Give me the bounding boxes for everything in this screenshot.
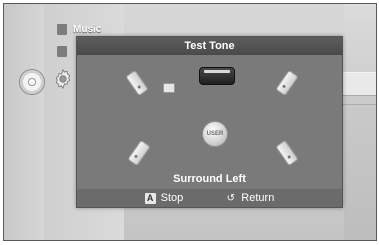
stop-label: Stop bbox=[160, 192, 184, 204]
menu-item-label: Music bbox=[73, 24, 102, 35]
dialog-title: Test Tone bbox=[77, 37, 342, 55]
listener-position: USER bbox=[202, 121, 228, 147]
return-label: Return bbox=[241, 192, 275, 204]
tv-screen: Music Test Tone USER Surround Left A Sto… bbox=[3, 3, 377, 241]
test-tone-dialog: Test Tone USER Surround Left A Stop ↺ Re… bbox=[76, 36, 343, 208]
a-key-icon: A bbox=[144, 192, 156, 204]
front-right-speaker bbox=[275, 69, 299, 97]
surround-left-speaker bbox=[127, 139, 151, 167]
menu-item-photo[interactable] bbox=[57, 46, 67, 57]
return-icon: ↺ bbox=[226, 192, 235, 204]
menu-item-music[interactable]: Music bbox=[57, 24, 101, 35]
disc-icon bbox=[20, 70, 44, 94]
front-left-speaker bbox=[125, 69, 149, 97]
photo-icon bbox=[57, 46, 67, 57]
gear-icon[interactable] bbox=[52, 68, 74, 90]
left-rail bbox=[4, 4, 45, 240]
return-button[interactable]: ↺ Return bbox=[225, 192, 275, 204]
dialog-footer: A Stop ↺ Return bbox=[77, 189, 342, 207]
divider bbox=[342, 104, 376, 105]
subwoofer bbox=[163, 83, 175, 93]
status-text: Surround Left bbox=[173, 173, 246, 185]
surround-right-speaker bbox=[275, 139, 299, 167]
center-speaker bbox=[199, 67, 235, 85]
music-icon bbox=[57, 24, 67, 35]
stop-button[interactable]: A Stop bbox=[144, 192, 184, 204]
highlight-band bbox=[342, 72, 376, 96]
